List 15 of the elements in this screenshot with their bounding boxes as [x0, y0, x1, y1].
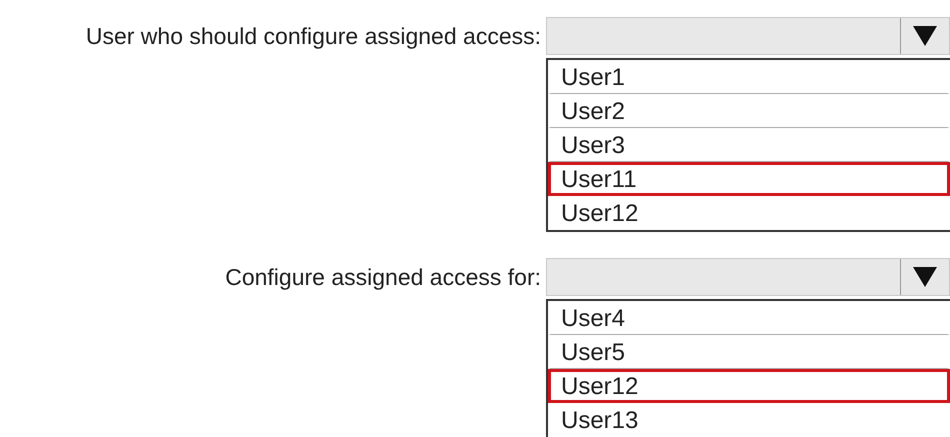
dropdown-option[interactable]: User2: [548, 94, 950, 128]
dropdown-option[interactable]: User12: [548, 196, 950, 230]
dropdown-option[interactable]: User13: [548, 403, 950, 437]
dropdown-option[interactable]: User5: [548, 335, 950, 369]
dropdown[interactable]: [546, 258, 950, 296]
question-label: User who should configure assigned access:: [84, 22, 542, 51]
dropdown-option[interactable]: User12: [548, 369, 950, 403]
dropdown-option[interactable]: User1: [548, 60, 950, 94]
dropdown-option[interactable]: User11: [548, 162, 950, 196]
dropdown-option[interactable]: User3: [548, 128, 950, 162]
question-label: Configure assigned access for:: [224, 263, 542, 292]
caret-icon: [913, 26, 937, 46]
dropdown[interactable]: [546, 17, 950, 55]
dropdown-option[interactable]: User4: [548, 301, 950, 335]
caret-icon: [913, 267, 937, 287]
